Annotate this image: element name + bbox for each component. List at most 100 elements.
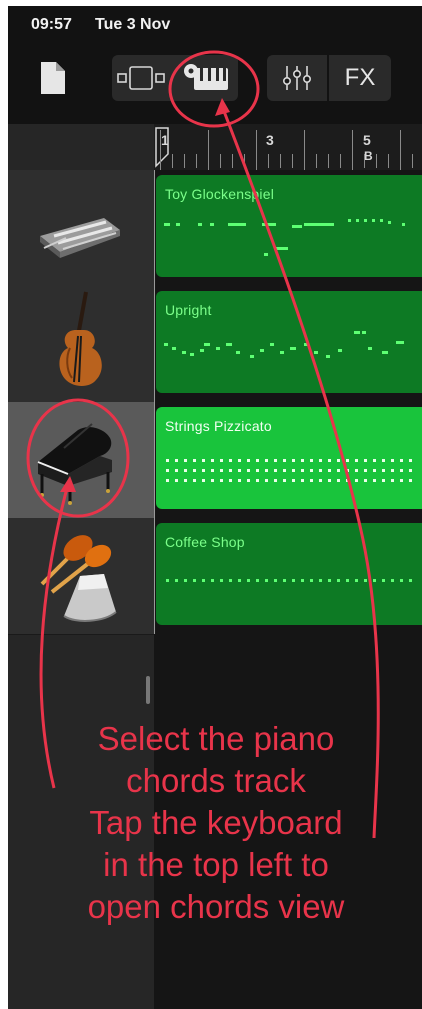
region-coffee-shop[interactable]: Coffee Shop [156,523,422,625]
midi-note [264,253,268,256]
my-songs-button[interactable] [38,60,68,96]
midi-note [368,347,372,350]
playhead-icon[interactable] [154,124,422,170]
midi-note [314,351,318,354]
region-label: Coffee Shop [165,534,245,550]
midi-note [373,479,376,482]
region-label: Toy Glockenspiel [165,186,275,202]
midi-note [304,223,334,226]
midi-note [364,469,367,472]
midi-note [190,353,194,356]
midi-note [380,219,383,222]
midi-note [247,479,250,482]
ruler-tick [280,154,281,168]
midi-note [400,459,403,462]
annotation-line-5: open chords view [87,888,345,925]
midi-note [283,579,286,582]
midi-note [211,479,214,482]
region-upright[interactable]: Upright [156,291,422,393]
midi-note [409,479,412,482]
midi-note [166,479,169,482]
tracks-view-button[interactable] [112,55,174,101]
midi-note [292,479,295,482]
midi-note [247,459,250,462]
ruler-tick [316,154,317,168]
midi-note [229,479,232,482]
midi-note [292,579,295,582]
midi-note [182,351,186,354]
midi-note [310,469,313,472]
fx-button[interactable]: FX [329,55,391,101]
midi-note [355,579,358,582]
midi-note [328,459,331,462]
midi-note [220,479,223,482]
midi-note [304,343,308,346]
toolbar: FX [8,42,422,124]
midi-note [346,469,349,472]
midi-note [256,459,259,462]
ruler-tick [328,154,329,168]
midi-note [210,223,214,226]
midi-note [247,469,250,472]
midi-note [364,579,367,582]
midi-note [184,479,187,482]
track-header-upright[interactable] [8,286,154,403]
midi-note [348,219,351,222]
midi-note [346,459,349,462]
midi-note [362,331,366,334]
midi-note [220,469,223,472]
keyboard-chords-button[interactable] [176,55,238,101]
midi-note [310,459,313,462]
midi-note [256,579,259,582]
midi-note [338,349,342,352]
midi-note [328,469,331,472]
midi-note [373,579,376,582]
midi-note [283,479,286,482]
region-toy-glockenspiel[interactable]: Toy Glockenspiel [156,175,422,277]
midi-note [270,343,274,346]
midi-note [229,459,232,462]
midi-note [400,469,403,472]
midi-note [260,349,264,352]
glockenspiel-icon [40,218,120,258]
midi-note [382,459,385,462]
midi-note [409,579,412,582]
track-header-strings-pizzicato[interactable] [8,402,154,519]
midi-note [238,459,241,462]
region-strings-pizzicato[interactable]: Strings Pizzicato [156,407,422,509]
midi-note [211,469,214,472]
midi-note [193,479,196,482]
status-bar: 09:57 Tue 3 Nov [8,6,422,42]
midi-note [310,579,313,582]
document-icon [41,62,65,94]
midi-note [391,469,394,472]
midi-note [355,459,358,462]
midi-note [200,349,204,352]
midi-note [175,469,178,472]
ruler-tick [160,130,161,170]
region-label: Strings Pizzicato [165,418,272,434]
midi-note [204,343,210,346]
midi-note [274,579,277,582]
status-date: Tue 3 Nov [95,16,171,33]
midi-note [274,247,288,250]
headers-resize-handle[interactable] [146,676,150,704]
track-header-toy-glockenspiel[interactable] [8,170,154,287]
midi-note [328,479,331,482]
region-label: Upright [165,302,212,318]
timeline-ruler[interactable]: 1 3 5 B [154,124,422,171]
midi-note [319,459,322,462]
midi-note [184,459,187,462]
ruler-tick [388,154,389,168]
midi-note [402,223,405,226]
midi-note [346,579,349,582]
mixer-button[interactable] [267,55,327,101]
midi-note [337,579,340,582]
midi-note [382,579,385,582]
ruler-tick [412,154,413,168]
midi-note [319,579,322,582]
midi-note [202,469,205,472]
midi-note [382,479,385,482]
playhead-line [154,170,155,634]
track-header-coffee-shop[interactable] [8,518,154,635]
